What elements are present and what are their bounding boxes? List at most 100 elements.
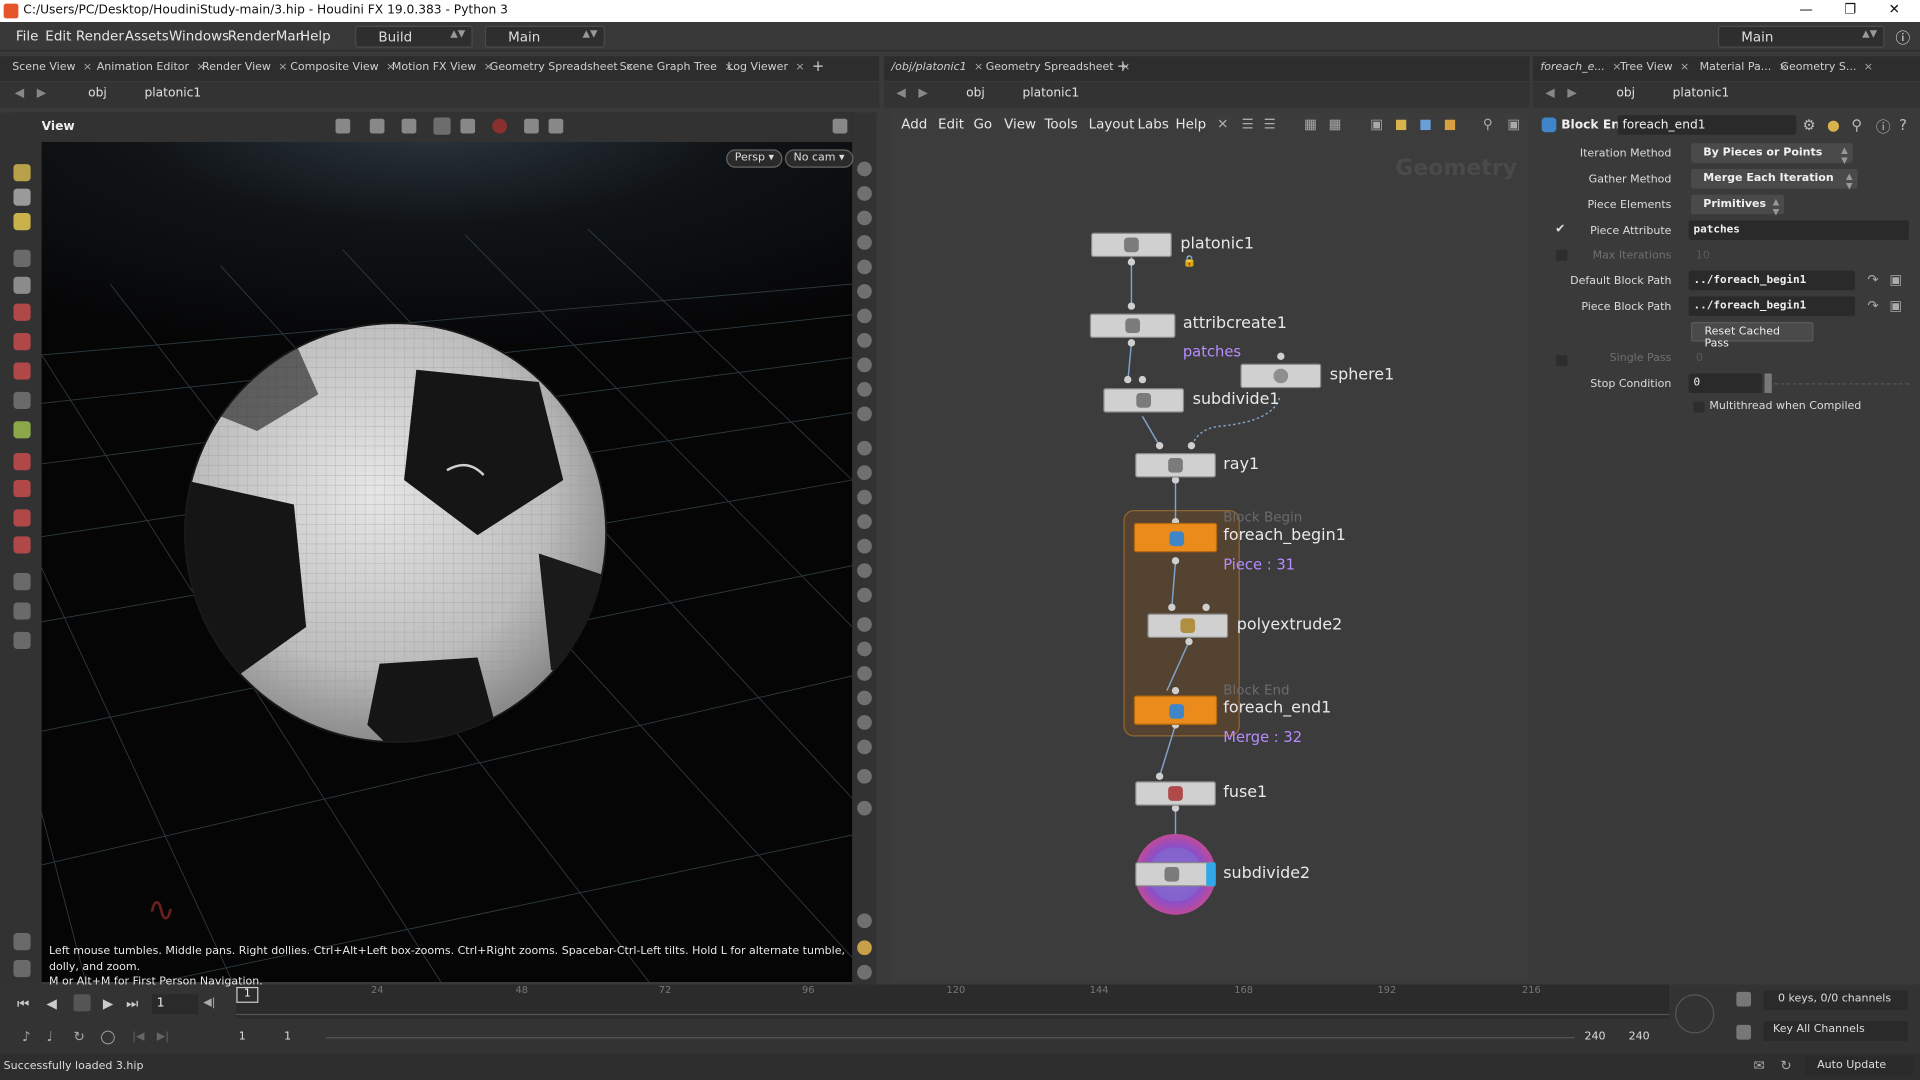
camera-snapshot-icon[interactable]	[857, 964, 872, 980]
tab-composite-view[interactable]: Composite View ×	[290, 61, 395, 73]
display-option-icon[interactable]	[857, 186, 872, 201]
jump-start-icon[interactable]: ⏮	[17, 996, 29, 1013]
net-menu-add[interactable]: Add	[901, 116, 927, 132]
node-subdivide2[interactable]	[1135, 862, 1216, 887]
image-icon[interactable]: ▣	[1370, 116, 1383, 132]
lock-icon[interactable]	[13, 276, 31, 294]
tab-render-view[interactable]: Render View ×	[202, 61, 287, 73]
display-option-icon[interactable]	[857, 284, 872, 299]
tab-foreach-end[interactable]: foreach_e... ×	[1540, 61, 1621, 73]
layout-grid-icon[interactable]	[857, 940, 872, 956]
display-option-icon[interactable]	[857, 641, 872, 657]
display-option-icon[interactable]	[857, 406, 872, 422]
select-tool-icon[interactable]	[13, 213, 31, 231]
path-obj[interactable]: obj	[966, 87, 985, 100]
path-node[interactable]: platonic1	[1673, 87, 1730, 100]
viewport-canvas[interactable]: ∿	[12, 112, 853, 983]
back-icon[interactable]: ◀	[1545, 87, 1554, 100]
display-option-icon[interactable]	[857, 538, 872, 554]
scale-icon[interactable]	[13, 362, 31, 380]
camera-view-icon[interactable]	[524, 118, 539, 134]
play-icon[interactable]: ▶	[103, 996, 113, 1012]
wrench-icon[interactable]: ✕	[1217, 116, 1228, 132]
link-icon[interactable]	[401, 118, 417, 134]
path-obj[interactable]: obj	[88, 87, 107, 100]
zoom-icon[interactable]: ⚲	[1483, 116, 1493, 132]
display-option-icon[interactable]	[857, 666, 872, 681]
list-icon[interactable]: ☰	[1264, 116, 1276, 132]
node-ray1[interactable]	[1135, 453, 1216, 478]
range-end2-field[interactable]: 240	[1584, 1031, 1605, 1043]
record-icon[interactable]	[492, 118, 507, 134]
menu-edit[interactable]: Edit	[45, 28, 71, 44]
menu-render[interactable]: Render	[76, 28, 124, 44]
network-editor[interactable]: Geometry platonic1 🔒 attribcreate1 patch…	[890, 112, 1530, 983]
realtime-dial-icon[interactable]	[1675, 994, 1715, 1034]
sound-icon[interactable]: ♩	[47, 1029, 53, 1045]
display-option-icon[interactable]	[857, 715, 872, 730]
ghost-icon[interactable]	[433, 117, 451, 135]
tree-icon[interactable]: ☰	[1242, 116, 1254, 132]
tab-scene-view[interactable]: Scene View ×	[12, 61, 92, 73]
tab-right-geometry-spreadsheet[interactable]: Geometry S... ×	[1780, 61, 1873, 73]
tab-obj-platonic1[interactable]: /obj/platonic1 ×	[891, 61, 983, 73]
jump-end-icon[interactable]: ⏭	[126, 996, 138, 1013]
menu-windows[interactable]: Windows	[169, 28, 229, 44]
dot-icon[interactable]: ■	[1444, 116, 1457, 132]
node-foreach-end1[interactable]	[1133, 695, 1218, 725]
refresh-icon[interactable]: ↻	[1780, 1058, 1791, 1074]
display-option-icon[interactable]	[857, 382, 872, 397]
snap-icon[interactable]	[13, 421, 31, 439]
node-name-field[interactable]: foreach_end1	[1617, 115, 1797, 135]
move-icon[interactable]	[13, 303, 31, 321]
sticky-note-icon[interactable]: ■	[1395, 116, 1408, 132]
piece-attribute-field[interactable]: patches	[1688, 220, 1909, 241]
display-option-icon[interactable]	[857, 563, 872, 578]
back-icon[interactable]: ◀	[896, 87, 905, 100]
tab-material-palette[interactable]: Material Pa... ×	[1700, 61, 1788, 73]
forward-icon[interactable]: ▶	[37, 87, 46, 100]
point-display-icon[interactable]	[857, 440, 872, 456]
range-end-field[interactable]: 240	[1629, 1031, 1650, 1043]
node-fuse1[interactable]	[1135, 781, 1216, 806]
node-attribcreate1[interactable]	[1089, 313, 1176, 338]
net-menu-help[interactable]: Help	[1176, 116, 1207, 132]
net-menu-edit[interactable]: Edit	[938, 116, 964, 132]
net-menu-labs[interactable]: Labs	[1138, 116, 1169, 132]
net-menu-view[interactable]: View	[1004, 116, 1036, 132]
tab-scene-graph-tree[interactable]: Scene Graph Tree ×	[620, 61, 734, 73]
lock-camera-icon[interactable]	[857, 210, 872, 226]
tab-log-viewer[interactable]: Log Viewer ×	[727, 61, 804, 73]
close-icon[interactable]: ×	[974, 61, 983, 73]
node-platonic1[interactable]	[1091, 232, 1172, 258]
range-start-field[interactable]: 1	[239, 1031, 246, 1043]
display-option-icon[interactable]	[857, 357, 872, 373]
info-icon[interactable]	[857, 913, 872, 929]
display-option-icon[interactable]	[857, 259, 872, 275]
stop-condition-field[interactable]: 0	[1688, 373, 1763, 394]
stop-icon[interactable]	[73, 994, 91, 1012]
number-display-icon[interactable]	[857, 514, 872, 529]
default-block-path-field[interactable]: ../foreach_begin1	[1688, 270, 1856, 291]
current-frame-field[interactable]: 1	[151, 994, 199, 1014]
key-icon[interactable]	[1736, 1024, 1752, 1040]
node-sphere1[interactable]	[1240, 363, 1322, 389]
close-icon[interactable]: ×	[1864, 61, 1873, 73]
help-icon[interactable]: ⓘ	[1896, 27, 1911, 48]
close-icon[interactable]: ×	[1680, 61, 1689, 73]
camera-icon[interactable]	[13, 573, 31, 591]
display-option-icon[interactable]	[857, 617, 872, 632]
path-obj[interactable]: obj	[1616, 87, 1635, 100]
menu-file[interactable]: File	[16, 28, 39, 44]
stop-condition-slider-handle[interactable]	[1764, 373, 1772, 394]
range-start2-field[interactable]: 1	[284, 1031, 291, 1043]
tab-tree-view[interactable]: Tree View ×	[1620, 61, 1689, 73]
key-all-channels-menu[interactable]: Key All Channels	[1763, 1021, 1908, 1041]
prim-snap-icon[interactable]	[13, 509, 31, 527]
reset-cached-pass-button[interactable]: Reset Cached Pass	[1691, 322, 1814, 350]
minimize-icon[interactable]: —	[1788, 1, 1825, 21]
camera-menu[interactable]: No cam ▾	[784, 149, 854, 168]
stop-condition-slider-track[interactable]	[1774, 383, 1909, 385]
close-icon[interactable]: ✕	[1876, 1, 1913, 21]
layout-icon[interactable]	[832, 118, 848, 134]
